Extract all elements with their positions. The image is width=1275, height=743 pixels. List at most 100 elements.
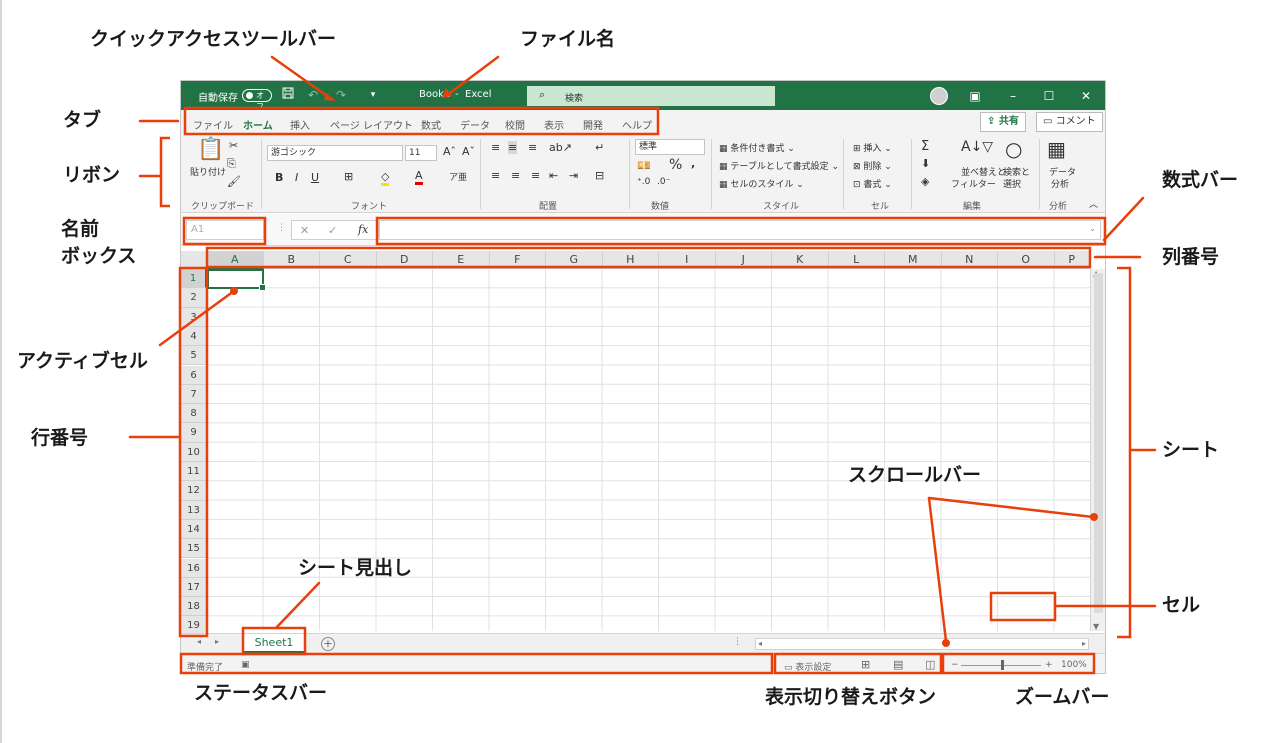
vertical-scroll-thumb[interactable] — [1094, 273, 1103, 613]
delete-cells-button[interactable]: ⊠ 削除 ⌄ — [853, 159, 892, 172]
column-header[interactable]: H — [602, 251, 659, 269]
tab-page-layout[interactable]: ページ レイアウト — [330, 117, 413, 132]
autosum-icon[interactable]: Σ — [921, 139, 929, 154]
row-header[interactable]: 1 — [181, 269, 207, 289]
maximize-icon[interactable]: ☐ — [1041, 88, 1057, 104]
fill-icon[interactable]: ⬇ — [921, 157, 930, 170]
column-header[interactable]: F — [489, 251, 546, 269]
next-sheet-icon[interactable]: ▸ — [215, 637, 219, 646]
increase-font-icon[interactable]: Aˆ — [443, 145, 456, 158]
align-top-icon[interactable]: ≡ — [491, 141, 500, 154]
column-header[interactable]: J — [715, 251, 772, 269]
scroll-down-icon[interactable]: ▼ — [1093, 622, 1099, 631]
comma-icon[interactable]: , — [691, 157, 695, 170]
row-header[interactable]: 5 — [181, 346, 207, 366]
collapse-ribbon-icon[interactable]: ︿ — [1089, 197, 1098, 210]
sheet-tab-sheet1[interactable]: Sheet1 — [243, 634, 305, 653]
page-layout-view-icon[interactable]: ▤ — [893, 658, 903, 671]
row-header[interactable]: 12 — [181, 481, 207, 501]
search-box[interactable]: ⌕ 検索 — [527, 86, 775, 106]
column-header[interactable]: K — [772, 251, 829, 269]
accessibility-icon[interactable]: ▣ — [241, 660, 250, 670]
phonetic-icon[interactable]: ア亜 — [449, 170, 467, 183]
cancel-entry-icon[interactable]: ✕ — [300, 224, 309, 237]
paste-button[interactable]: 貼り付け — [190, 165, 226, 178]
horizontal-scrollbar[interactable]: ◂ ▸ — [755, 638, 1089, 650]
currency-icon[interactable]: 💴 — [637, 159, 651, 172]
save-icon[interactable] — [280, 87, 296, 103]
column-header[interactable]: M — [885, 251, 942, 269]
ribbon-display-icon[interactable]: ▣ — [967, 88, 983, 104]
zoom-in-icon[interactable]: + — [1045, 660, 1053, 670]
column-header[interactable]: G — [546, 251, 603, 269]
account-avatar[interactable] — [930, 87, 948, 105]
wrap-text-icon[interactable]: ↵ — [595, 141, 604, 154]
vertical-scrollbar[interactable]: ▲ ▼ — [1090, 269, 1105, 631]
font-size-dropdown[interactable]: 11 — [405, 145, 437, 161]
format-painter-icon[interactable]: 🖌 — [227, 175, 241, 188]
tab-split-handle-icon[interactable]: ⋮ — [733, 637, 742, 647]
sort-filter-icon[interactable]: A↓▽ — [961, 139, 993, 155]
italic-icon[interactable]: I — [295, 171, 298, 184]
column-header[interactable]: N — [941, 251, 998, 269]
column-header[interactable]: E — [433, 251, 490, 269]
merge-icon[interactable]: ⊟ — [595, 169, 604, 182]
formula-input[interactable]: ⌄ — [379, 220, 1101, 240]
format-as-table-button[interactable]: ▦ テーブルとして書式設定 ⌄ — [719, 159, 839, 172]
tab-view[interactable]: 表示 — [544, 117, 564, 132]
share-button[interactable]: ⇪ 共有 — [980, 112, 1026, 132]
percent-icon[interactable]: % — [669, 157, 682, 173]
display-settings-button[interactable]: ▭ 表示設定 — [784, 660, 831, 673]
confirm-entry-icon[interactable]: ✓ — [328, 224, 337, 237]
increase-decimal-icon[interactable]: ⁺.0 — [637, 177, 650, 187]
comment-button[interactable]: ▭ コメント — [1036, 112, 1103, 132]
row-header[interactable]: 13 — [181, 500, 207, 520]
insert-function-icon[interactable]: fx — [358, 223, 368, 236]
tab-data[interactable]: データ — [460, 117, 490, 132]
column-header[interactable]: C — [320, 251, 377, 269]
cell-styles-button[interactable]: ▦ セルのスタイル ⌄ — [719, 177, 804, 190]
add-sheet-icon[interactable]: + — [321, 637, 335, 651]
decrease-font-icon[interactable]: Aˇ — [462, 145, 475, 158]
conditional-formatting-button[interactable]: ▦ 条件付き書式 ⌄ — [719, 141, 795, 154]
name-box[interactable]: A1 — [186, 220, 264, 240]
tab-home[interactable]: ホーム — [243, 117, 273, 137]
increase-indent-icon[interactable]: ⇥ — [569, 169, 578, 182]
scroll-right-icon[interactable]: ▸ — [1082, 639, 1086, 648]
tab-file[interactable]: ファイル — [193, 117, 233, 132]
orientation-icon[interactable]: ab↗ — [549, 141, 572, 154]
row-header[interactable]: 6 — [181, 365, 207, 385]
expand-formula-icon[interactable]: ⌄ — [1089, 224, 1096, 233]
insert-cells-button[interactable]: ⊞ 挿入 ⌄ — [853, 141, 892, 154]
analyze-data-icon[interactable]: ▦ — [1047, 137, 1066, 161]
select-all-corner[interactable] — [181, 251, 207, 269]
underline-icon[interactable]: U — [311, 171, 319, 184]
column-header[interactable]: P — [1054, 251, 1090, 269]
zoom-slider-thumb[interactable] — [1001, 660, 1004, 670]
decrease-indent-icon[interactable]: ⇤ — [549, 169, 558, 182]
row-header[interactable]: 4 — [181, 326, 207, 347]
tab-help[interactable]: ヘルプ — [622, 117, 652, 132]
row-header[interactable]: 3 — [181, 307, 207, 327]
tab-formulas[interactable]: 数式 — [421, 117, 441, 132]
page-break-view-icon[interactable]: ◫ — [925, 658, 935, 671]
column-header[interactable]: L — [828, 251, 885, 269]
column-header[interactable]: B — [263, 251, 320, 269]
close-icon[interactable]: ✕ — [1078, 88, 1094, 104]
bold-icon[interactable]: B — [275, 171, 283, 184]
format-cells-button[interactable]: ⊡ 書式 ⌄ — [853, 177, 892, 190]
tab-review[interactable]: 校閲 — [505, 117, 525, 132]
zoom-out-icon[interactable]: − — [951, 660, 959, 670]
row-header[interactable]: 18 — [181, 597, 207, 617]
active-cell[interactable] — [207, 269, 266, 291]
row-header[interactable]: 9 — [181, 423, 207, 443]
normal-view-icon[interactable]: ⊞ — [861, 658, 870, 671]
column-header[interactable]: A — [207, 251, 264, 269]
row-header[interactable]: 15 — [181, 539, 207, 559]
row-header[interactable]: 11 — [181, 462, 207, 482]
fill-color-icon[interactable]: ◇ — [381, 170, 390, 186]
column-header[interactable]: D — [376, 251, 433, 269]
row-header[interactable]: 14 — [181, 519, 207, 540]
customize-quick-access-icon[interactable]: ▾ — [365, 87, 381, 103]
redo-icon[interactable]: ↷ — [333, 87, 349, 103]
